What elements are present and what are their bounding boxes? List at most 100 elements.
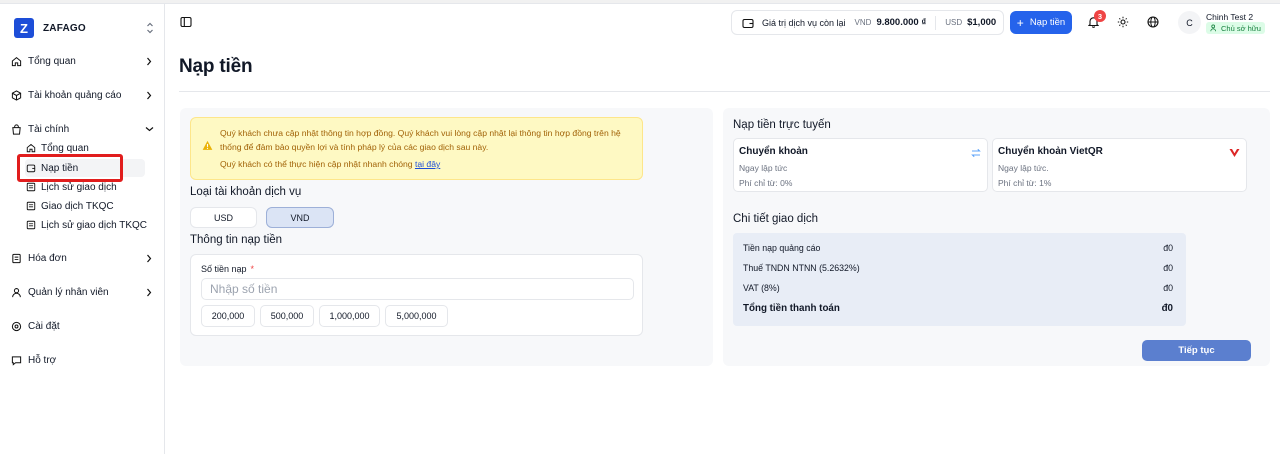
- amount-input[interactable]: Nhập số tiền: [201, 278, 634, 300]
- detail-label: Thuế TNDN NTNN (5.2632%): [743, 263, 860, 273]
- payment-panel: Nạp tiền trực tuyến Chuyển khoản Ngay lậ…: [723, 108, 1270, 366]
- warning-triangle-icon: [202, 138, 213, 150]
- online-topup-title: Nạp tiền trực tuyến: [733, 119, 831, 131]
- detail-row-corporate-tax: Thuế TNDN NTNN (5.2632%) đ0: [743, 263, 1173, 273]
- wallet-icon: [742, 17, 754, 29]
- home-icon: [10, 55, 22, 67]
- service-balance-widget[interactable]: Giá trị dịch vụ còn lại VND 9.800.000 ₫ …: [731, 10, 1004, 35]
- update-contract-link[interactable]: tại đây: [415, 159, 440, 169]
- payment-method-vietqr[interactable]: Chuyển khoản VietQR Ngay lập tức. Phí ch…: [992, 138, 1247, 192]
- topup-info-title: Thông tin nạp tiền: [190, 234, 283, 246]
- avatar[interactable]: C: [1178, 11, 1201, 34]
- sidebar-item-overview[interactable]: Tổng quan: [10, 51, 160, 71]
- vnd-balance-amount: 9.800.000 ₫: [876, 17, 927, 28]
- history-icon: [25, 182, 36, 193]
- payment-method-fee: Phí chỉ từ: 0%: [739, 178, 793, 188]
- payment-method-name: Chuyển khoản: [739, 146, 808, 157]
- sidebar-item-support[interactable]: Hỗ trợ: [10, 350, 160, 370]
- history-icon: [25, 201, 36, 212]
- workspace-switcher[interactable]: Z ZAFAGO: [14, 18, 159, 38]
- header-topup-button[interactable]: + Nạp tiền: [1010, 11, 1072, 34]
- globe-language-icon[interactable]: [1146, 15, 1160, 29]
- sidebar-item-label: Hỗ trợ: [28, 354, 57, 366]
- sidebar-item-label: Cài đặt: [28, 320, 60, 332]
- payment-method-bank-transfer[interactable]: Chuyển khoản Ngay lập tức Phí chỉ từ: 0%: [733, 138, 988, 192]
- receipt-icon: [10, 252, 22, 264]
- chevron-right-icon: [144, 89, 154, 101]
- amount-field-label: Số tiền nạp *: [201, 264, 254, 274]
- account-type-usd-button[interactable]: USD: [190, 207, 257, 228]
- page-title: Nạp tiền: [179, 56, 253, 77]
- preset-amount-button[interactable]: 500,000: [260, 305, 314, 327]
- title-divider: [179, 91, 1270, 92]
- amount-label-text: Số tiền nạp: [201, 264, 247, 274]
- sidebar-item-label: Tài chính: [28, 123, 70, 135]
- sidebar-item-ad-accounts[interactable]: Tài khoản quảng cáo: [10, 85, 160, 105]
- annotation-highlight-box: [17, 154, 123, 182]
- sidebar-toggle-icon[interactable]: [180, 15, 194, 29]
- sidebar-subitem-ad-transaction-history[interactable]: Lịch sử giao dịch TKQC: [25, 216, 160, 234]
- balance-divider: [935, 15, 937, 30]
- preset-amount-button[interactable]: 1,000,000: [319, 305, 380, 327]
- history-icon: [25, 220, 36, 231]
- detail-label: Tiền nạp quảng cáo: [743, 243, 821, 253]
- sidebar-subitem-label: Lịch sử giao dịch TKQC: [41, 219, 148, 231]
- browser-top-strip: [0, 0, 1280, 4]
- continue-button[interactable]: Tiếp tục: [1142, 340, 1251, 361]
- swap-icon: [970, 147, 981, 158]
- alert-message: Quý khách chưa cập nhật thông tin hợp đồ…: [220, 128, 621, 152]
- detail-value: đ0: [1161, 303, 1173, 314]
- transaction-details-title: Chi tiết giao dịch: [733, 213, 819, 225]
- detail-label: Tổng tiền thanh toán: [743, 303, 840, 314]
- chevron-right-icon: [144, 286, 154, 298]
- vietqr-logo-icon: [1229, 147, 1240, 158]
- sun-theme-icon[interactable]: [1116, 15, 1130, 29]
- alert-quick-text: Quý khách có thể thực hiện cập nhật nhan…: [220, 159, 413, 169]
- settings-icon: [10, 320, 22, 332]
- sidebar-item-label: Tài khoản quảng cáo: [28, 89, 122, 101]
- vnd-currency-label: VND: [854, 18, 872, 27]
- sidebar-item-label: Tổng quan: [28, 55, 76, 67]
- detail-label: VAT (8%): [743, 283, 780, 293]
- users-icon: [1210, 24, 1218, 32]
- preset-amount-button[interactable]: 200,000: [201, 305, 255, 327]
- account-type-vnd-button[interactable]: VND: [266, 207, 334, 228]
- transaction-details-box: Tiền nạp quảng cáo đ0 Thuế TNDN NTNN (5.…: [733, 233, 1186, 326]
- sidebar-subitem-label: Giao dịch TKQC: [41, 200, 114, 212]
- sidebar-item-finance[interactable]: Tài chính: [10, 119, 160, 139]
- chat-icon: [10, 354, 22, 366]
- plus-icon: +: [1016, 15, 1024, 30]
- payment-method-fee: Phí chỉ từ: 1%: [998, 178, 1052, 188]
- sidebar-item-label: Hóa đơn: [28, 252, 67, 264]
- user-name: Chinh Test 2: [1206, 12, 1254, 22]
- sidebar-item-settings[interactable]: Cài đặt: [10, 316, 160, 336]
- header-topup-label: Nạp tiền: [1029, 17, 1066, 28]
- balance-label: Giá trị dịch vụ còn lại: [762, 17, 846, 28]
- sidebar-subitem-ad-transactions[interactable]: Giao dịch TKQC: [25, 197, 145, 215]
- detail-value: đ0: [1163, 283, 1173, 293]
- account-type-title: Loại tài khoản dịch vụ: [190, 186, 302, 198]
- notification-count-badge: 3: [1094, 10, 1106, 22]
- detail-value: đ0: [1163, 243, 1173, 253]
- preset-amount-button[interactable]: 5,000,000: [385, 305, 448, 327]
- bag-icon: [10, 123, 22, 135]
- sidebar-item-invoices[interactable]: Hóa đơn: [10, 248, 160, 268]
- detail-row-vat: VAT (8%) đ0: [743, 283, 1173, 293]
- sidebar-subitem-label: Tổng quan: [41, 142, 89, 154]
- payment-method-speed: Ngay lập tức: [739, 163, 788, 173]
- chevrons-up-down-icon: [145, 21, 155, 35]
- sidebar-subitem-label: Lịch sử giao dịch: [41, 181, 117, 193]
- sidebar-item-staff-management[interactable]: Quản lý nhân viên: [10, 282, 160, 302]
- contract-warning-alert: Quý khách chưa cập nhật thông tin hợp đồ…: [190, 117, 643, 180]
- chevron-right-icon: [144, 55, 154, 67]
- payment-method-speed: Ngay lập tức.: [998, 163, 1049, 173]
- usd-currency-label: USD: [945, 18, 963, 27]
- chevron-right-icon: [144, 252, 154, 264]
- detail-row-total: Tổng tiền thanh toán đ0: [743, 303, 1173, 314]
- alert-quick-update-text: Quý khách có thể thực hiện cập nhật nhan…: [220, 159, 440, 169]
- brand-name: ZAFAGO: [43, 22, 86, 34]
- user-icon: [10, 286, 22, 298]
- topup-amount-card: Số tiền nạp * Nhập số tiền 200,000 500,00…: [190, 254, 643, 336]
- topup-form-panel: Quý khách chưa cập nhật thông tin hợp đồ…: [180, 108, 713, 366]
- detail-value: đ0: [1163, 263, 1173, 273]
